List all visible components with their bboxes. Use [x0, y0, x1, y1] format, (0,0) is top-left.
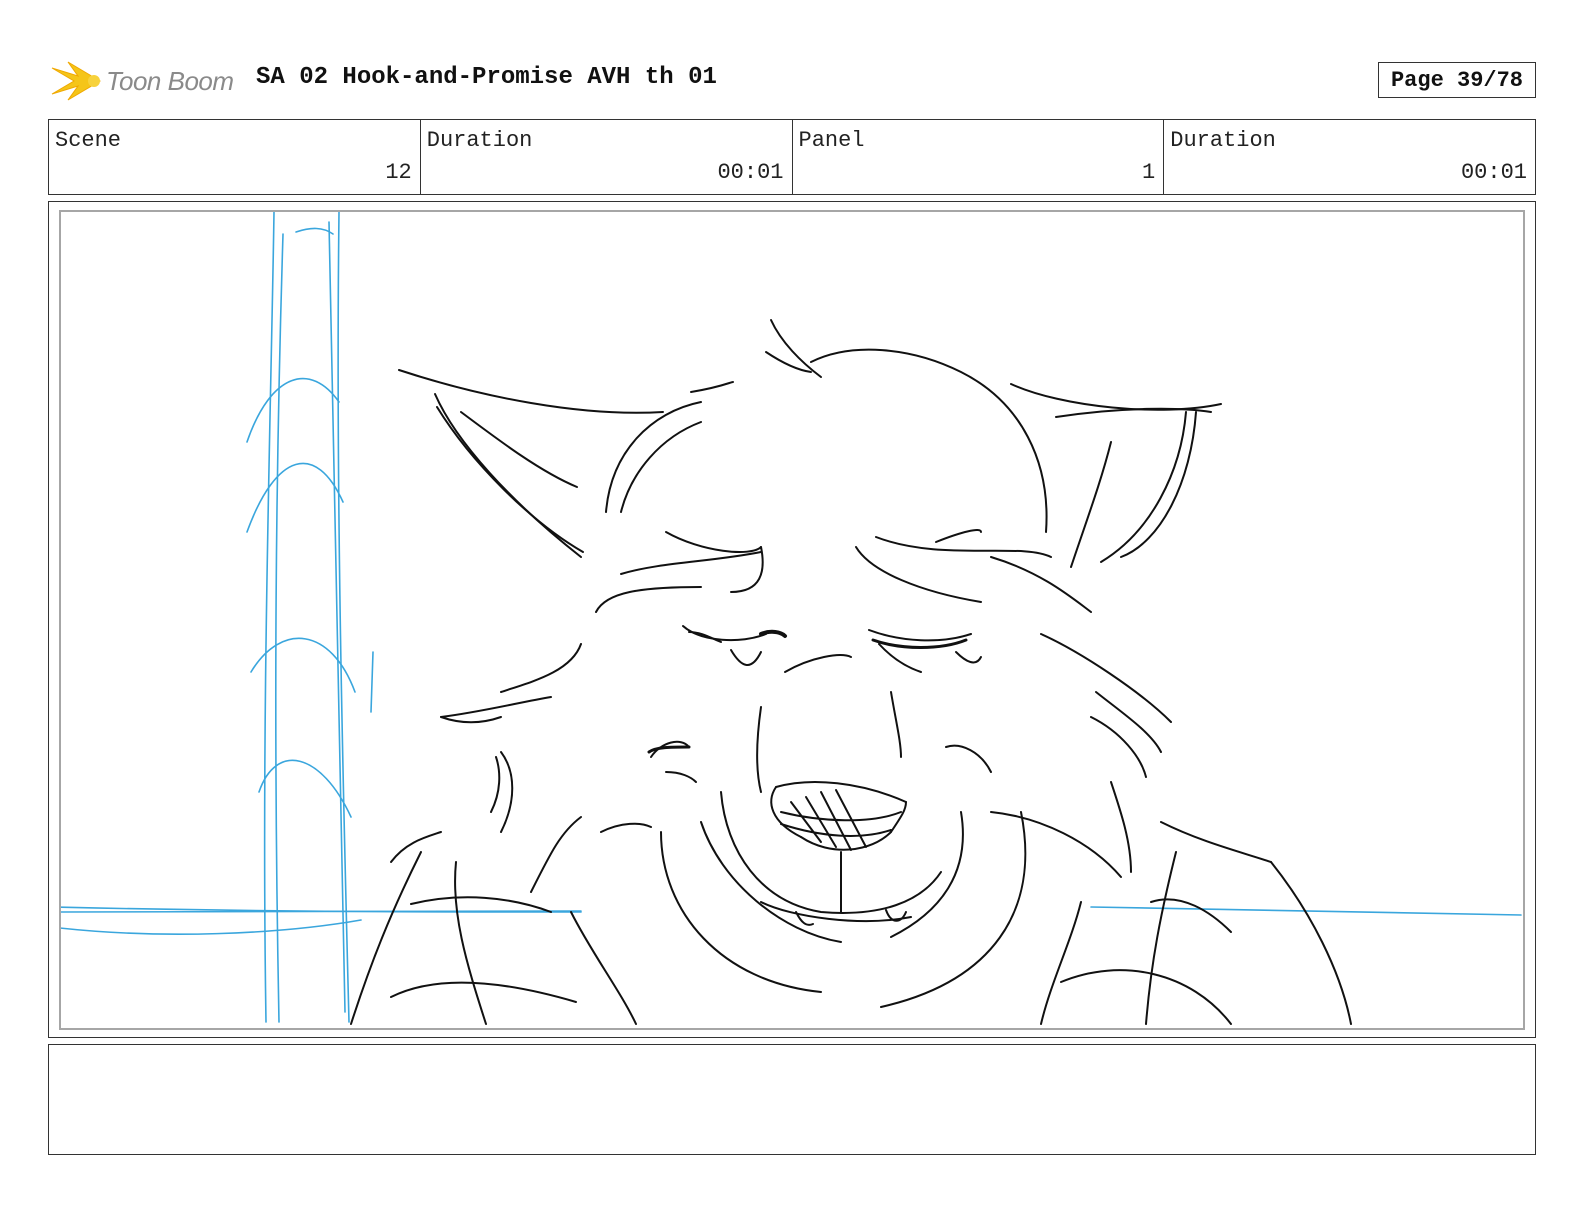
panel-drawing-area [59, 210, 1525, 1030]
panel-duration-label: Duration [1170, 128, 1276, 153]
panel-value: 1 [1142, 160, 1156, 185]
scene-duration-cell: Duration 00:01 [421, 120, 793, 194]
toon-boom-logo: Toon Boom [50, 54, 240, 108]
document-title: SA 02 Hook-and-Promise AVH th 01 [256, 64, 717, 91]
panel-duration-value: 00:01 [1460, 160, 1527, 185]
panel-label: Panel [798, 128, 865, 153]
scene-label: Scene [55, 128, 122, 153]
storyboard-panel [48, 201, 1536, 1038]
scene-cell: Scene 12 [49, 120, 421, 194]
panel-notes-box [48, 1044, 1536, 1155]
panel-cell: Panel 1 [793, 120, 1165, 194]
character-sketch [350, 319, 1352, 1025]
sketch-drawing [61, 212, 1522, 1025]
logo-text: Toon Boom [106, 66, 234, 96]
scene-duration-label: Duration [426, 128, 533, 153]
scene-value: 12 [385, 160, 412, 185]
blue-guide-lines [61, 212, 1522, 1023]
starburst-icon [51, 61, 101, 101]
page-indicator: Page 39/78 [1378, 62, 1536, 98]
scene-info-table: Scene 12 Duration 00:01 Panel 1 Duration… [48, 119, 1536, 195]
panel-duration-cell: Duration 00:01 [1164, 120, 1535, 194]
scene-duration-value: 00:01 [717, 160, 784, 185]
